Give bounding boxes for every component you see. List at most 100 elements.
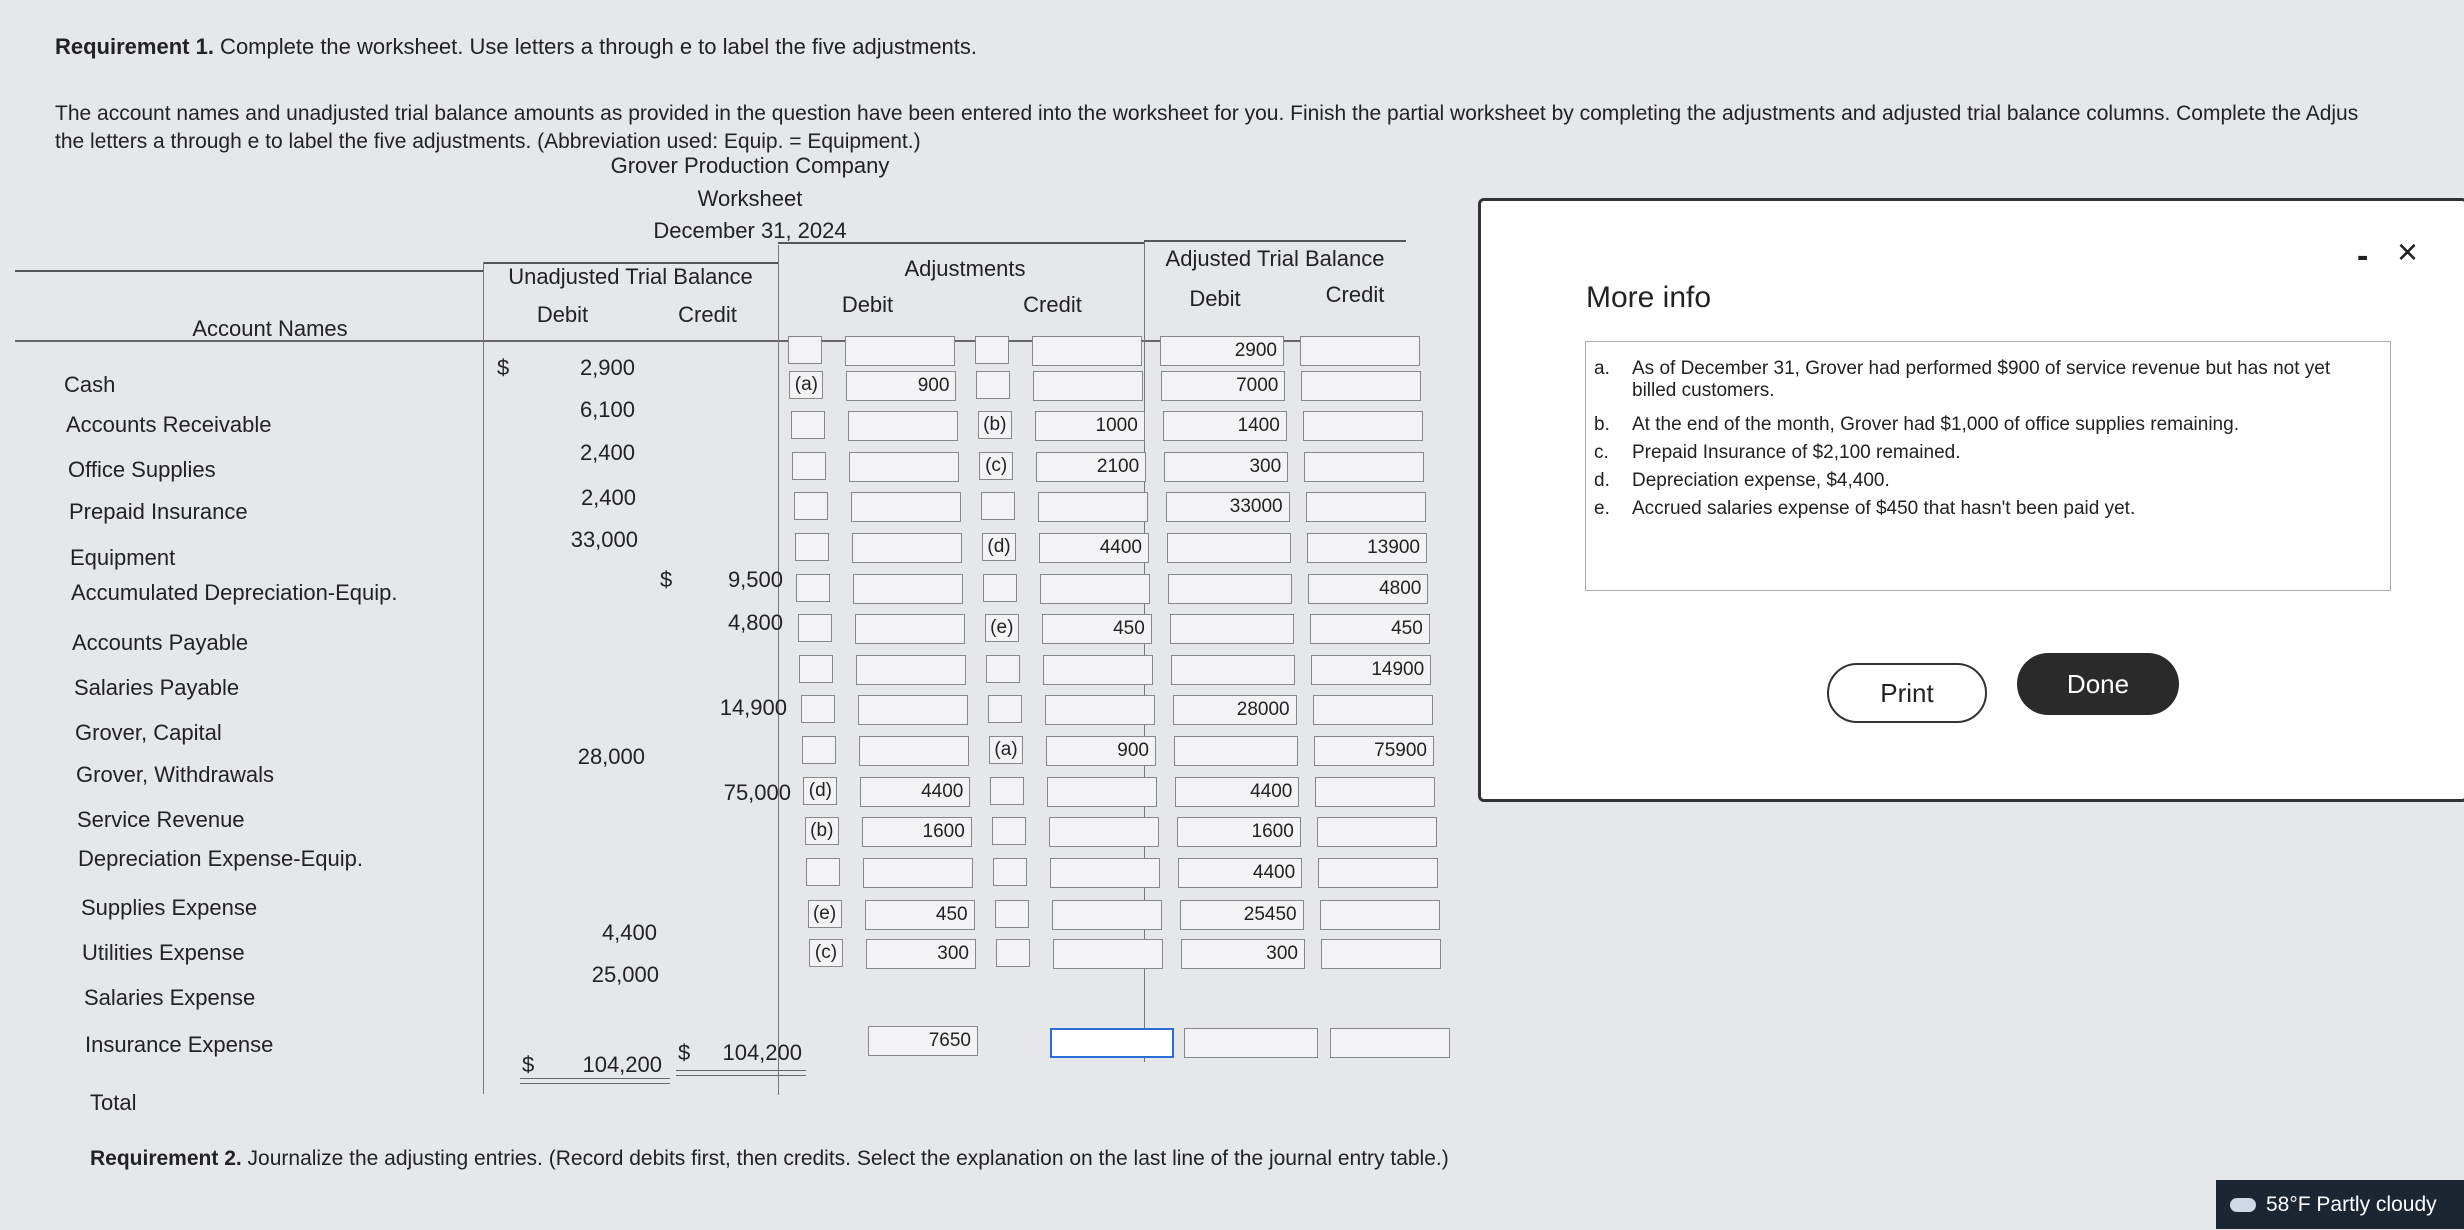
atb-credit-input[interactable]: 4800 [1308,573,1429,604]
atb-credit-input[interactable] [1304,451,1425,482]
adj-debit-input[interactable] [849,451,960,482]
adj-debit-label-select[interactable] [796,573,831,602]
atb-credit-input[interactable] [1321,939,1441,969]
atb-credit-input[interactable] [1312,695,1433,726]
atb-credit-input[interactable] [1301,370,1422,401]
atb-credit-input[interactable] [1305,492,1426,523]
atb-credit-input[interactable]: 14900 [1311,654,1432,685]
adj-debit-label-select[interactable] [802,736,836,764]
adj-debit-input[interactable] [859,736,969,766]
atb-debit-input[interactable]: 33000 [1165,492,1290,523]
adj-debit-input[interactable] [863,857,974,888]
adj-credit-input[interactable] [1047,776,1158,807]
atb-credit-input[interactable] [1319,900,1440,931]
adj-debit-label-select[interactable]: (e) [807,900,842,929]
adj-debit-label-select[interactable]: (c) [809,939,843,967]
adj-credit-label-select[interactable]: (d) [982,533,1016,561]
atb-debit-input[interactable]: 4400 [1178,857,1303,888]
atb-debit-input[interactable] [1167,533,1291,563]
atb-debit-input[interactable]: 1600 [1176,817,1301,848]
adj-debit-input[interactable]: 300 [866,939,976,969]
adj-credit-input[interactable]: 2100 [1036,451,1147,482]
adj-debit-input[interactable]: 4400 [860,776,971,807]
adj-debit-input[interactable] [856,654,967,685]
adj-credit-total[interactable] [1050,1028,1174,1058]
adj-debit-label-select[interactable] [795,533,829,561]
adj-credit-input[interactable] [1048,817,1159,848]
atb-credit-input[interactable]: 13900 [1307,533,1427,563]
adj-debit-label-select[interactable] [788,336,822,364]
adj-debit-input[interactable] [850,492,961,523]
adj-credit-input[interactable] [1033,370,1144,401]
adj-credit-label-select[interactable] [976,370,1011,399]
adj-debit-input[interactable] [847,411,958,442]
atb-credit-input[interactable] [1316,817,1437,848]
adj-credit-input[interactable] [1053,939,1163,969]
adj-debit-input[interactable] [853,573,964,604]
atb-credit-input[interactable]: 75900 [1314,736,1434,766]
adj-debit-input[interactable]: 450 [864,900,975,931]
close-icon[interactable]: × [2397,231,2418,273]
adj-credit-input[interactable] [1032,336,1142,366]
adj-debit-label-select[interactable]: (a) [789,370,824,399]
minimize-icon[interactable]: - [2357,237,2368,276]
atb-credit-input[interactable] [1300,336,1420,366]
adj-credit-input[interactable]: 1000 [1034,411,1145,442]
atb-debit-input[interactable]: 28000 [1172,695,1297,726]
print-button[interactable]: Print [1827,663,1987,723]
adj-debit-input[interactable] [845,336,955,366]
adj-debit-label-select[interactable] [806,857,841,886]
adj-credit-input[interactable] [1051,900,1162,931]
adj-credit-input[interactable]: 4400 [1039,533,1149,563]
atb-debit-input[interactable]: 2900 [1160,336,1284,366]
atb-debit-input[interactable] [1169,614,1294,645]
atb-debit-input[interactable]: 7000 [1161,370,1286,401]
adj-debit-input[interactable]: 1600 [861,817,972,848]
atb-debit-input[interactable]: 4400 [1175,776,1300,807]
adj-debit-label-select[interactable] [799,654,834,683]
adj-debit-input[interactable] [852,533,962,563]
adj-credit-label-select[interactable]: (a) [989,736,1023,764]
adj-credit-label-select[interactable] [983,573,1018,602]
adj-debit-input[interactable] [857,695,968,726]
adj-debit-input[interactable]: 900 [846,370,957,401]
adj-credit-input[interactable] [1044,695,1155,726]
atb-credit-input[interactable] [1318,857,1439,888]
adj-debit-label-select[interactable] [800,695,835,724]
adj-debit-total[interactable]: 7650 [868,1026,978,1056]
adj-credit-label-select[interactable] [975,336,1009,364]
atb-credit-total[interactable] [1330,1028,1450,1058]
atb-debit-input[interactable] [1168,573,1293,604]
done-button[interactable]: Done [2017,653,2179,715]
adj-credit-input[interactable]: 450 [1041,614,1152,645]
adj-credit-label-select[interactable] [980,492,1015,521]
adj-debit-label-select[interactable]: (b) [804,817,839,846]
adj-debit-label-select[interactable] [797,614,832,643]
adj-credit-label-select[interactable] [986,654,1021,683]
adj-credit-input[interactable] [1043,654,1154,685]
atb-debit-input[interactable]: 25450 [1179,900,1304,931]
adj-credit-label-select[interactable]: (c) [979,451,1014,480]
atb-credit-input[interactable]: 450 [1309,614,1430,645]
atb-debit-input[interactable] [1171,654,1296,685]
adj-credit-label-select[interactable] [987,695,1022,724]
adj-credit-input[interactable] [1037,492,1148,523]
adj-credit-label-select[interactable]: (b) [977,411,1012,440]
adj-credit-label-select[interactable] [996,939,1030,967]
atb-credit-input[interactable] [1302,411,1423,442]
adj-credit-label-select[interactable] [994,900,1029,929]
adj-credit-label-select[interactable] [993,857,1028,886]
adj-credit-input[interactable]: 900 [1046,736,1156,766]
atb-debit-input[interactable]: 300 [1181,939,1305,969]
adj-debit-label-select[interactable] [792,451,827,480]
adj-credit-input[interactable] [1040,573,1151,604]
adj-credit-label-select[interactable] [991,817,1026,846]
adj-credit-input[interactable] [1050,857,1161,888]
atb-debit-input[interactable]: 1400 [1162,411,1287,442]
adj-debit-label-select[interactable] [790,411,825,440]
atb-debit-input[interactable] [1174,736,1298,766]
taskbar-weather[interactable]: 58°F Partly cloudy [2216,1180,2464,1229]
atb-debit-input[interactable]: 300 [1164,451,1289,482]
adj-debit-label-select[interactable] [793,492,828,521]
atb-credit-input[interactable] [1315,776,1436,807]
